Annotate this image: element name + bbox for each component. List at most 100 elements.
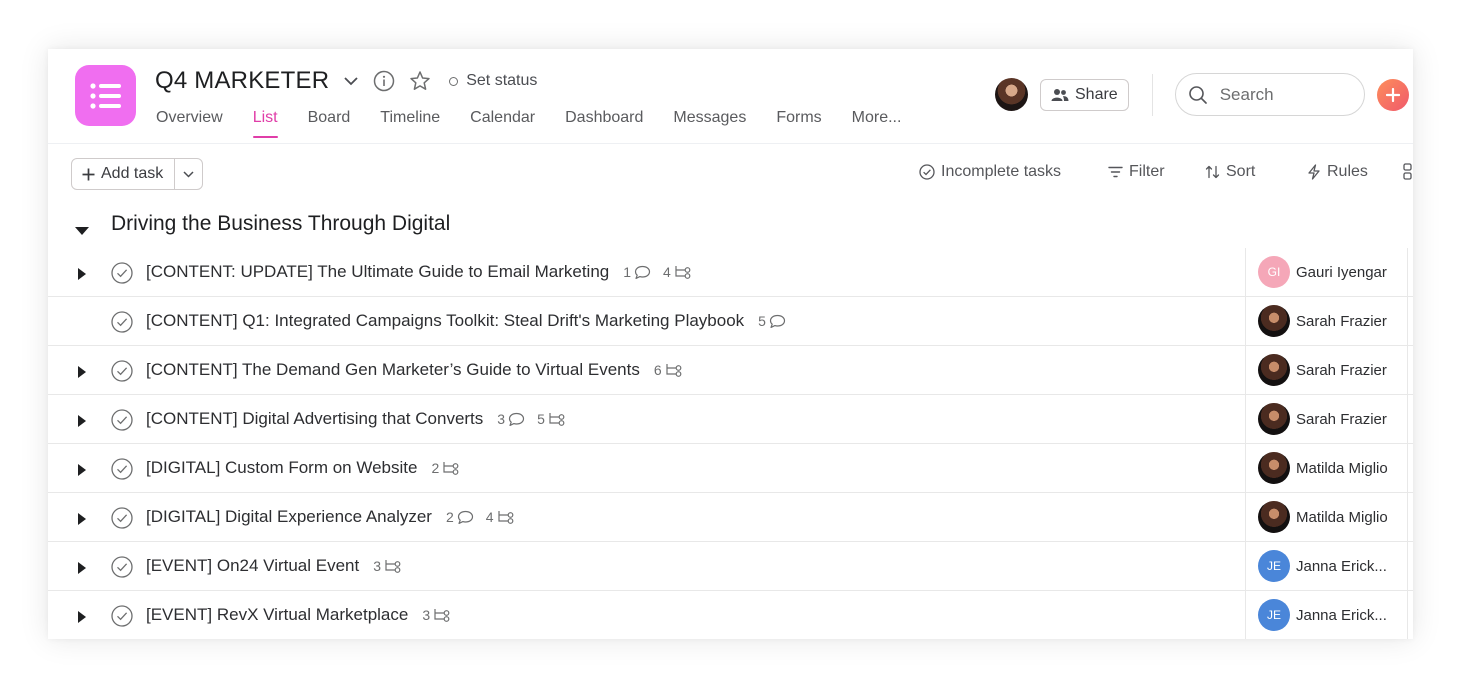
tab-overview[interactable]: Overview bbox=[156, 107, 223, 141]
comment-count[interactable]: 5 bbox=[758, 313, 786, 329]
assignee-cell[interactable]: JE Janna Erick... bbox=[1245, 591, 1413, 639]
subtask-count[interactable]: 3 bbox=[422, 607, 451, 623]
column-divider bbox=[1407, 493, 1408, 541]
task-row[interactable]: [CONTENT] Digital Advertising that Conve… bbox=[48, 395, 1413, 444]
info-icon[interactable] bbox=[373, 70, 395, 92]
avatar[interactable] bbox=[1258, 305, 1290, 337]
task-row[interactable]: [CONTENT] Q1: Integrated Campaigns Toolk… bbox=[48, 297, 1413, 346]
complete-task-checkbox[interactable] bbox=[111, 458, 133, 485]
project-list-icon[interactable] bbox=[75, 65, 136, 126]
subtask-count[interactable]: 3 bbox=[373, 558, 402, 574]
comment-count[interactable]: 3 bbox=[497, 411, 525, 427]
section-header[interactable]: Driving the Business Through Digital bbox=[48, 202, 1413, 248]
filter-button[interactable]: Filter bbox=[1108, 163, 1165, 181]
task-row[interactable]: [EVENT] RevX Virtual Marketplace 3 JE Ja… bbox=[48, 591, 1413, 639]
tab-list[interactable]: List bbox=[252, 107, 278, 141]
subtask-icon bbox=[666, 364, 682, 377]
comment-count[interactable]: 2 bbox=[446, 509, 474, 525]
subtask-count[interactable]: 6 bbox=[654, 362, 683, 378]
share-button[interactable]: Share bbox=[1040, 78, 1129, 111]
caret-right-icon[interactable] bbox=[78, 463, 86, 481]
task-name[interactable]: [EVENT] RevX Virtual Marketplace bbox=[146, 605, 408, 625]
complete-task-checkbox[interactable] bbox=[111, 409, 133, 436]
check-circle-icon bbox=[111, 556, 133, 578]
complete-task-checkbox[interactable] bbox=[111, 507, 133, 534]
caret-right-icon[interactable] bbox=[78, 512, 86, 530]
tab-dashboard[interactable]: Dashboard bbox=[565, 107, 643, 141]
caret-right-icon[interactable] bbox=[78, 365, 86, 383]
complete-task-checkbox[interactable] bbox=[111, 605, 133, 632]
comment-count-value: 2 bbox=[445, 509, 454, 525]
add-task-dropdown[interactable] bbox=[174, 159, 202, 189]
complete-task-checkbox[interactable] bbox=[111, 556, 133, 583]
task-name[interactable]: [DIGITAL] Digital Experience Analyzer bbox=[146, 507, 432, 527]
assignee-cell[interactable]: Sarah Frazier bbox=[1245, 346, 1413, 394]
tab-board[interactable]: Board bbox=[308, 107, 351, 141]
check-circle-icon bbox=[111, 605, 133, 627]
complete-task-checkbox[interactable] bbox=[111, 262, 133, 289]
current-user-avatar[interactable] bbox=[995, 78, 1028, 111]
add-task-button[interactable]: Add task bbox=[72, 159, 174, 189]
section-title[interactable]: Driving the Business Through Digital bbox=[111, 212, 450, 236]
comment-count[interactable]: 1 bbox=[623, 264, 651, 280]
tab-timeline[interactable]: Timeline bbox=[380, 107, 440, 141]
subtask-count[interactable]: 5 bbox=[537, 411, 566, 427]
assignee-cell[interactable]: JE Janna Erick... bbox=[1245, 542, 1413, 590]
task-name[interactable]: [CONTENT] Digital Advertising that Conve… bbox=[146, 409, 483, 429]
subtask-count-value: 6 bbox=[653, 362, 662, 378]
task-row[interactable]: [EVENT] On24 Virtual Event 3 JE Janna Er… bbox=[48, 542, 1413, 591]
task-name[interactable]: [CONTENT: UPDATE] The Ultimate Guide to … bbox=[146, 262, 609, 282]
assignee-cell[interactable]: Sarah Frazier bbox=[1245, 395, 1413, 443]
subtask-count[interactable]: 4 bbox=[486, 509, 515, 525]
subtask-count[interactable]: 4 bbox=[663, 264, 692, 280]
caret-down-icon[interactable] bbox=[75, 222, 89, 240]
search-placeholder: Search bbox=[1219, 84, 1274, 104]
avatar[interactable]: JE bbox=[1258, 550, 1290, 582]
rules-button[interactable]: Rules bbox=[1307, 163, 1368, 181]
caret-right-icon[interactable] bbox=[78, 414, 86, 432]
star-icon[interactable] bbox=[409, 70, 431, 92]
tab-messages[interactable]: Messages bbox=[673, 107, 746, 141]
project-header: Q4 MARKETER Set status Overview List Boa… bbox=[48, 49, 1413, 144]
avatar[interactable] bbox=[1258, 403, 1290, 435]
caret-right-icon[interactable] bbox=[78, 561, 86, 579]
assignee-cell[interactable]: Matilda Miglio bbox=[1245, 444, 1413, 492]
task-row[interactable]: [CONTENT] The Demand Gen Marketer’s Guid… bbox=[48, 346, 1413, 395]
assignee-cell[interactable]: GI Gauri Iyengar bbox=[1245, 248, 1413, 296]
task-row[interactable]: [CONTENT: UPDATE] The Ultimate Guide to … bbox=[48, 248, 1413, 297]
caret-right-icon[interactable] bbox=[78, 267, 86, 285]
task-row[interactable]: [DIGITAL] Custom Form on Website 2 Matil… bbox=[48, 444, 1413, 493]
sort-button[interactable]: Sort bbox=[1205, 163, 1255, 181]
subtask-count[interactable]: 2 bbox=[431, 460, 460, 476]
incomplete-tasks-button[interactable]: Incomplete tasks bbox=[919, 163, 1061, 181]
assignee-cell[interactable]: Sarah Frazier bbox=[1245, 297, 1413, 345]
task-row[interactable]: [DIGITAL] Digital Experience Analyzer 2 … bbox=[48, 493, 1413, 542]
customize-columns-button[interactable] bbox=[1403, 163, 1413, 181]
column-divider bbox=[1407, 444, 1408, 492]
tab-calendar[interactable]: Calendar bbox=[470, 107, 535, 141]
task-name[interactable]: [EVENT] On24 Virtual Event bbox=[146, 556, 359, 576]
avatar[interactable] bbox=[1258, 452, 1290, 484]
search-input[interactable]: Search bbox=[1174, 73, 1365, 116]
complete-task-checkbox[interactable] bbox=[111, 311, 133, 338]
caret-right-icon[interactable] bbox=[78, 610, 86, 628]
avatar[interactable]: JE bbox=[1258, 599, 1290, 631]
quick-add-button[interactable] bbox=[1376, 78, 1409, 111]
task-name[interactable]: [DIGITAL] Custom Form on Website bbox=[146, 458, 417, 478]
tab-forms[interactable]: Forms bbox=[776, 107, 821, 141]
project-title[interactable]: Q4 MARKETER bbox=[155, 67, 329, 95]
tab-more[interactable]: More... bbox=[852, 107, 902, 141]
task-name[interactable]: [CONTENT] Q1: Integrated Campaigns Toolk… bbox=[146, 311, 744, 331]
assignee-cell[interactable]: Matilda Miglio bbox=[1245, 493, 1413, 541]
comment-icon bbox=[457, 510, 473, 524]
chevron-down-icon[interactable] bbox=[343, 76, 359, 86]
avatar[interactable] bbox=[1258, 354, 1290, 386]
complete-task-checkbox[interactable] bbox=[111, 360, 133, 387]
task-name[interactable]: [CONTENT] The Demand Gen Marketer’s Guid… bbox=[146, 360, 640, 380]
plus-icon bbox=[1385, 87, 1400, 102]
column-divider bbox=[1407, 248, 1408, 296]
avatar[interactable] bbox=[1258, 501, 1290, 533]
subtask-count-value: 4 bbox=[485, 509, 494, 525]
avatar[interactable]: GI bbox=[1258, 256, 1290, 288]
set-status-button[interactable]: Set status bbox=[449, 72, 537, 90]
